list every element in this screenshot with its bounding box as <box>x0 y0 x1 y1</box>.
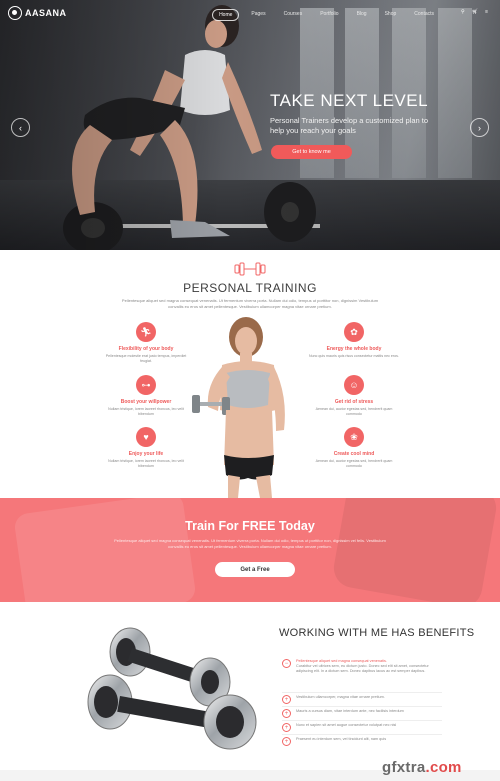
slider-prev-arrow[interactable]: ‹ <box>11 118 30 137</box>
dumbbells-image <box>87 627 257 750</box>
runner-icon: 🏃︎ <box>136 322 156 342</box>
benefit-highlight[interactable]: Praesent eu interdum sem, vel tincidunt … <box>296 737 446 746</box>
nav-item-shop[interactable]: Shop <box>379 9 403 21</box>
benefit-item: + Mauris a cursus diam, vitae interdum a… <box>282 709 446 718</box>
nav-item-pages[interactable]: Pages <box>245 9 271 21</box>
search-icon[interactable]: ⚲ <box>461 9 465 15</box>
top-nav: AASANA Home Pages Courses Portfolio Blog… <box>0 0 500 26</box>
benefit-highlight[interactable]: Mauris a cursus diam, vitae interdum ant… <box>296 709 446 718</box>
benefit-item: + Praesent eu interdum sem, vel tincidun… <box>282 737 446 746</box>
feature-text: Aenean dui, auctor egestas sed, hendreri… <box>315 407 393 416</box>
meditation-icon: ☺ <box>344 375 364 395</box>
hero-title: TAKE NEXT LEVEL <box>270 91 429 110</box>
nav-item-courses[interactable]: Courses <box>278 9 309 21</box>
nav-item-portfolio[interactable]: Portfolio <box>314 9 344 21</box>
trainer-woman-image <box>192 317 285 498</box>
banner-background-shape <box>13 498 197 602</box>
feature-energy: ✿ Energy the whole body Nunc quis mauris… <box>309 322 399 359</box>
feature-title: Energy the whole body <box>326 346 382 352</box>
feature-title: Boost your willpower <box>120 399 172 405</box>
banner-background-shape <box>330 498 500 602</box>
feature-enjoy-life: ♥ Enjoy your life Nullam tristique, lore… <box>101 427 191 469</box>
plus-icon[interactable]: + <box>282 737 291 746</box>
watermark-logo: gfxtra.com <box>382 759 462 776</box>
brand-name: AASANA <box>25 8 67 18</box>
feature-stress: ☺ Get rid of stress Aenean dui, auctor e… <box>309 375 399 417</box>
feature-title: Flexibility of your body <box>118 346 174 352</box>
benefit-item: + Vestibulum ullamcorper, magna vitae or… <box>282 695 446 704</box>
feature-title: Get rid of stress <box>334 399 374 405</box>
benefit-highlight: Pellentesque aliquet sed magna consequat… <box>296 659 387 663</box>
divider <box>282 720 442 721</box>
nav-icons: ⚲ 🛒︎ ≡ <box>461 9 488 15</box>
get-a-free-button[interactable]: Get a Free <box>215 562 295 577</box>
logo-icon <box>8 6 22 20</box>
main-menu: Home Pages Courses Portfolio Blog Shop C… <box>206 9 440 21</box>
feature-title: Enjoy your life <box>128 451 164 457</box>
feature-text: Nunc quis mauris quis risus consectetur … <box>309 354 399 358</box>
nav-item-home[interactable]: Home <box>212 9 240 21</box>
feature-text: Aenean dui, auctor egestas sed, hendreri… <box>315 459 393 468</box>
train-free-banner <box>0 498 500 602</box>
slider-next-arrow[interactable]: › <box>470 118 489 137</box>
feature-cool-mind: ❀ Create cool mind Aenean dui, auctor eg… <box>309 427 399 469</box>
plus-icon[interactable]: + <box>282 723 291 732</box>
divider <box>282 734 442 735</box>
train-free-title: Train For FREE Today <box>185 519 315 533</box>
benefit-highlight[interactable]: Vestibulum ullamcorper, magna vitae orna… <box>296 695 446 704</box>
lotus-icon: ❀ <box>344 427 364 447</box>
brand-logo[interactable]: AASANA <box>8 6 67 20</box>
train-free-text: Pellentesque aliquet sed magna consequat… <box>114 538 386 549</box>
heart-icon: ♥ <box>136 427 156 447</box>
feature-text: Nullam tristique, lorem laoreet rhoncus,… <box>108 459 184 468</box>
nav-item-contacts[interactable]: Contacts <box>408 9 440 21</box>
feature-text: Pellentesque molestie erat justo tempus,… <box>105 354 187 363</box>
watermark-suffix: .com <box>425 759 462 776</box>
divider <box>282 692 442 693</box>
dumbbell-divider-icon <box>234 262 266 276</box>
divider <box>282 706 442 707</box>
menu-icon[interactable]: ≡ <box>485 9 488 15</box>
personal-training-text: Pellentesque aliquet sed magna consequat… <box>121 298 379 309</box>
dumbbell-icon: ⊶ <box>136 375 156 395</box>
benefit-text: Pellentesque aliquet sed magna consequat… <box>296 659 446 675</box>
hero-subtitle: Personal Trainers develop a customized p… <box>270 116 429 135</box>
feature-title: Create cool mind <box>333 451 375 457</box>
benefits-title: WORKING WITH ME HAS BENEFITS <box>279 627 475 639</box>
personal-training-title: PERSONAL TRAINING <box>183 281 317 295</box>
feature-willpower: ⊶ Boost your willpower Nullam tristique,… <box>101 375 191 417</box>
page: AASANA Home Pages Courses Portfolio Blog… <box>0 0 500 781</box>
apple-icon: ✿ <box>344 322 364 342</box>
get-to-know-me-button[interactable]: Get to know me <box>271 145 352 159</box>
plus-icon[interactable]: + <box>282 709 291 718</box>
nav-item-blog[interactable]: Blog <box>351 9 373 21</box>
benefit-highlight[interactable]: Nunc et sapien sit amet augue consectetu… <box>296 723 446 732</box>
benefit-item: − Pellentesque aliquet sed magna consequ… <box>282 659 446 675</box>
hero-section: AASANA Home Pages Courses Portfolio Blog… <box>0 0 500 250</box>
plus-icon[interactable]: + <box>282 695 291 704</box>
feature-flexibility: 🏃︎ Flexibility of your body Pellentesque… <box>101 322 191 364</box>
benefit-item: + Nunc et sapien sit amet augue consecte… <box>282 723 446 732</box>
watermark-text: gfxtra <box>382 759 426 776</box>
minus-icon[interactable]: − <box>282 659 291 668</box>
benefit-body: Curabitur vel ultrices sem, eu dictum ju… <box>296 664 429 674</box>
cart-icon[interactable]: 🛒︎ <box>472 9 478 15</box>
feature-text: Nullam tristique, lorem laoreet rhoncus,… <box>108 407 184 416</box>
